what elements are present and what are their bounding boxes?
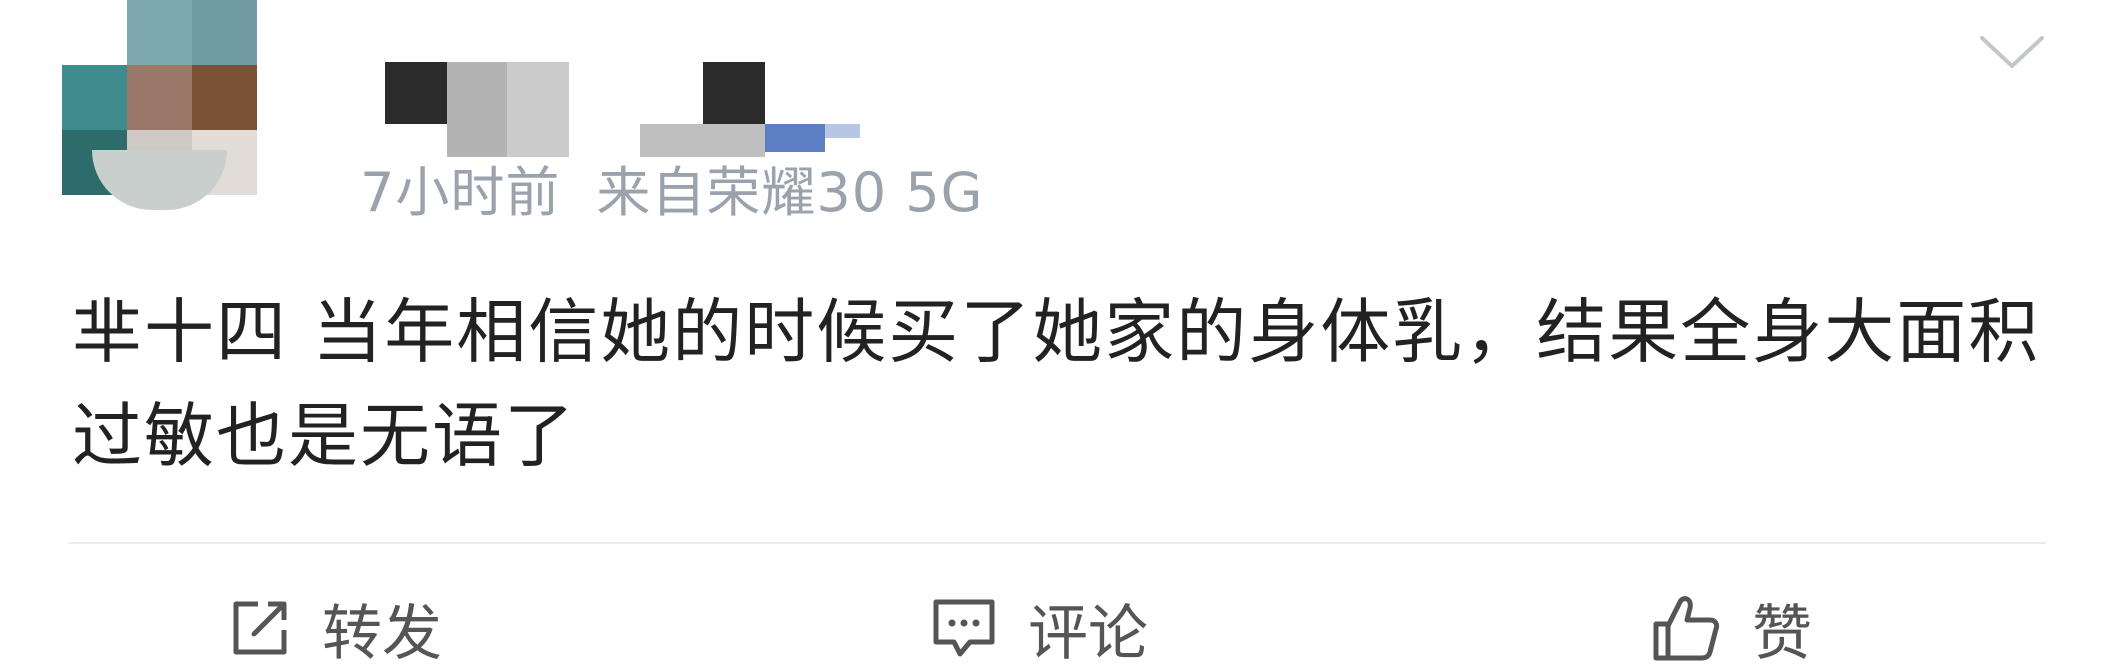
weibo-post: 7小时前 来自荣耀30 5G 芈十四 当年相信她的时候买了她家的身体乳，结果全身大… xyxy=(0,0,2114,669)
repost-icon xyxy=(228,596,292,660)
post-source: 来自荣耀30 5G xyxy=(596,161,984,224)
repost-label: 转发 xyxy=(322,598,442,669)
expand-chevron-icon[interactable] xyxy=(1976,28,2048,76)
post-meta: 7小时前 来自荣耀30 5G xyxy=(360,148,983,227)
avatar[interactable] xyxy=(62,0,257,215)
like-icon xyxy=(1650,592,1722,664)
post-content: 芈十四 当年相信她的时候买了她家的身体乳，结果全身大面积过敏也是无语了 xyxy=(72,291,2041,477)
comment-icon xyxy=(930,596,998,660)
comment-button[interactable]: 评论 xyxy=(930,590,1148,669)
repost-button[interactable]: 转发 xyxy=(228,590,442,669)
post-time: 7小时前 xyxy=(360,161,561,224)
like-button[interactable]: 赞 xyxy=(1650,590,1812,669)
divider xyxy=(68,542,2046,544)
comment-label: 评论 xyxy=(1028,598,1148,669)
like-label: 赞 xyxy=(1752,598,1812,669)
